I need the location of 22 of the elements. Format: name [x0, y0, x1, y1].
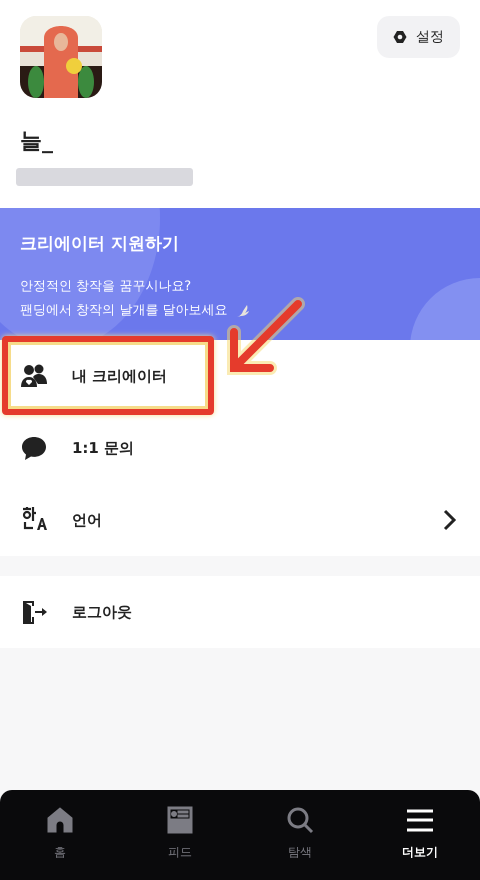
user-name: 늘_	[20, 128, 54, 156]
creator-banner[interactable]: 크리에이터 지원하기 안정적인 창작을 꿈꾸시나요? 팬딩에서 창작의 날개를 달아보세요	[0, 208, 480, 340]
banner-text: 팬딩에서 창작의 날개를 달아보세요	[20, 302, 228, 320]
menu-item[interactable]: 1:1 문의	[0, 412, 480, 484]
search-icon	[286, 806, 314, 834]
menu-item[interactable]: 로그아웃	[0, 576, 480, 648]
logout-icon	[20, 598, 48, 626]
people-icon	[20, 363, 48, 389]
settings-icon	[393, 30, 407, 44]
nav-tab[interactable]: 더보기	[380, 806, 460, 880]
settings-button[interactable]: 설정	[377, 16, 460, 58]
nav-tab[interactable]: 피드	[140, 806, 220, 880]
nav-tab[interactable]: 탐색	[260, 806, 340, 880]
menu-item[interactable]: 내 크리에이터	[0, 340, 480, 412]
nav-tab[interactable]: 홈	[20, 806, 100, 880]
banner-text: 안정적인 창작을 꿈꾸시나요?	[20, 278, 192, 296]
home-icon	[46, 806, 74, 834]
banner-title: 크리에이터 지원하기	[20, 233, 180, 255]
card-icon	[166, 806, 194, 834]
menu-item[interactable]: 언어	[0, 484, 480, 556]
speech-bubble-icon	[20, 435, 48, 461]
dove-icon	[235, 303, 252, 319]
